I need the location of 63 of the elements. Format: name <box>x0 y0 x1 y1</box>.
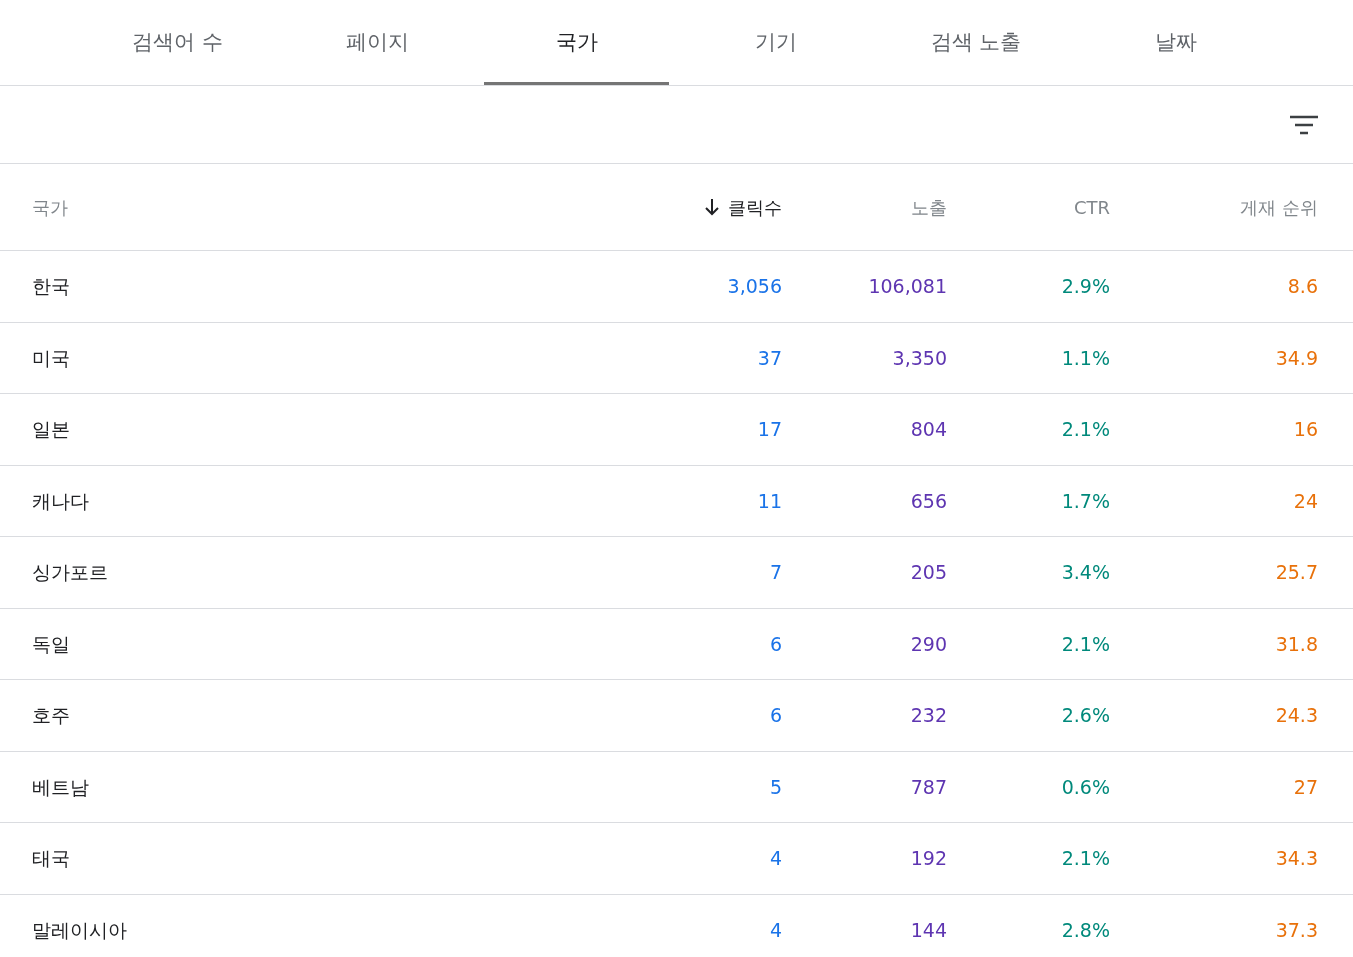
table-cell-text: 8.6 <box>1287 274 1318 299</box>
table-cell-text: 24 <box>1293 488 1318 514</box>
tab[interactable]: 검색어 수 <box>85 0 270 85</box>
table-cell-text: 192 <box>910 846 947 871</box>
table-cell-text: 미국 <box>32 345 70 371</box>
table-cell-text: 한국 <box>32 274 70 299</box>
tab[interactable]: 기기 <box>684 0 869 85</box>
table-cell-text: 16 <box>1293 417 1318 442</box>
column-header[interactable]: 클릭수 <box>728 193 782 221</box>
table-cell-text: 3.4% <box>1061 560 1110 585</box>
table-cell-text: 5 <box>769 774 782 800</box>
table-cell-text: 2.1% <box>1061 417 1110 442</box>
table-cell-text: 4 <box>769 846 782 871</box>
sort-arrow-icon[interactable] <box>704 198 720 216</box>
tab[interactable]: 페이지 <box>284 0 470 85</box>
table-cell-text: 290 <box>910 631 947 657</box>
table-cell-text: 베트남 <box>32 774 89 800</box>
table-cell-text: 24.3 <box>1275 703 1318 728</box>
table-cell-text: 2.1% <box>1061 631 1110 657</box>
table-cell-text: 6 <box>769 631 782 657</box>
table-cell-text: 37 <box>757 345 782 371</box>
column-header[interactable]: 노출 <box>911 193 947 221</box>
table-cell-text: 2.8% <box>1061 917 1110 943</box>
table-cell-text: 호주 <box>32 703 70 728</box>
table-cell-text: 17 <box>757 417 782 442</box>
tab[interactable]: 검색 노출 <box>883 0 1069 85</box>
table-cell-text: 144 <box>910 917 947 943</box>
table-cell-text: 2.6% <box>1061 703 1110 728</box>
table-cell-text: 0.6% <box>1061 774 1110 800</box>
table-cell-text: 1.1% <box>1061 345 1110 371</box>
table-cell-text: 3,056 <box>727 274 782 299</box>
filter-icon[interactable] <box>1289 114 1319 135</box>
table-cell-text: 태국 <box>32 846 70 871</box>
table-cell-text: 787 <box>910 774 947 800</box>
table-cell-text: 34.3 <box>1275 846 1318 871</box>
table-cell-text: 일본 <box>32 417 70 442</box>
table-cell-text: 7 <box>769 560 782 585</box>
table-cell-text: 37.3 <box>1275 917 1318 943</box>
column-header[interactable]: 게재 순위 <box>1240 193 1318 221</box>
table-cell-text: 11 <box>757 488 782 514</box>
tab[interactable]: 국가 <box>484 0 669 85</box>
table-cell-text: 804 <box>910 417 947 442</box>
column-header[interactable]: 국가 <box>32 193 68 221</box>
table-cell-text: 656 <box>910 488 947 514</box>
table-cell-text: 말레이시아 <box>32 917 127 943</box>
table-cell-text: 205 <box>910 560 947 585</box>
table-cell-text: 27 <box>1293 774 1318 800</box>
table-cell-text: 3,350 <box>892 345 947 371</box>
table-cell-text: 1.7% <box>1061 488 1110 514</box>
table-cell-text: 6 <box>769 703 782 728</box>
table-cell-text: 독일 <box>32 631 70 657</box>
table-cell-text: 34.9 <box>1275 345 1318 371</box>
column-header[interactable]: CTR <box>1073 193 1110 221</box>
table-cell-text: 31.8 <box>1275 631 1318 657</box>
table-cell-text: 106,081 <box>868 274 947 299</box>
table-cell-text: 2.1% <box>1061 846 1110 871</box>
table-cell-text: 2.9% <box>1061 274 1110 299</box>
table-cell-text: 4 <box>769 917 782 943</box>
table-cell-text: 232 <box>910 703 947 728</box>
tab[interactable]: 날짜 <box>1083 0 1269 85</box>
table-cell-text: 캐나다 <box>32 488 89 514</box>
table-cell-text: 25.7 <box>1275 560 1318 585</box>
table-cell-text: 싱가포르 <box>32 560 108 585</box>
